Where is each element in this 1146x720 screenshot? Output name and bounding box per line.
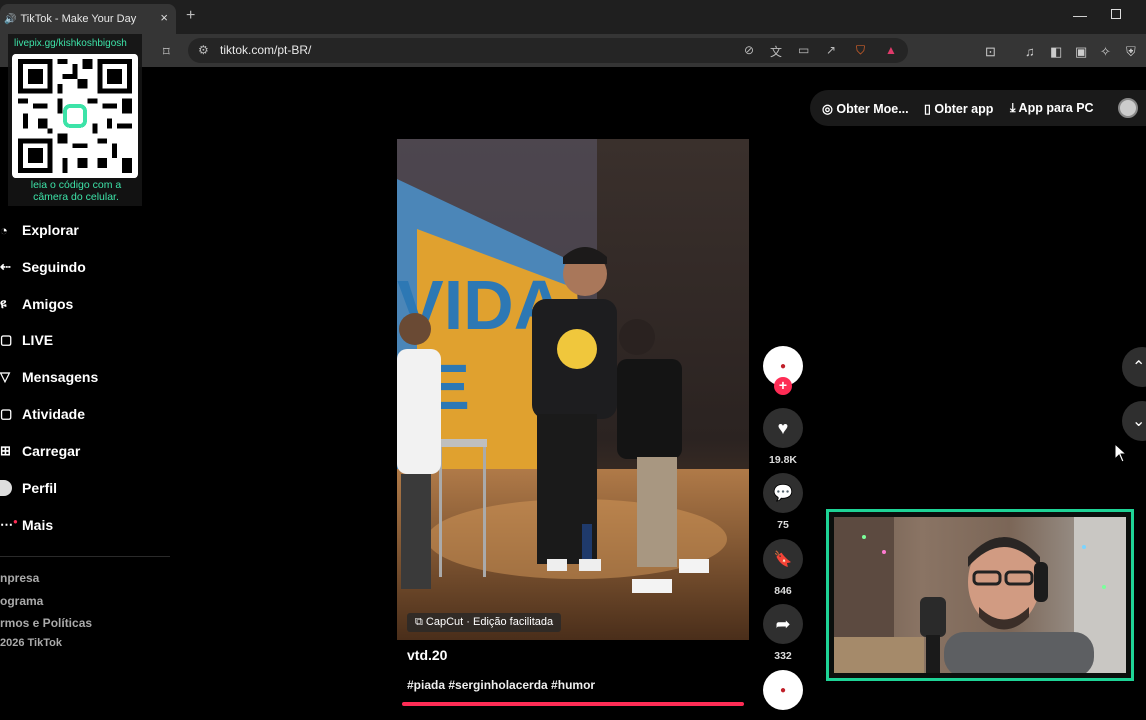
wallet-icon[interactable]: ▣ [1075,44,1087,60]
music-icon[interactable]: ♫ [1025,44,1035,59]
qr-code-image [12,54,138,178]
cast-icon[interactable]: ▭ [798,43,809,57]
like-count: 19.8K [768,454,798,466]
browser-tab-bar: 🔊 TikTok - Make Your Day × + — [0,0,1146,34]
capcut-icon: ⧉ [415,616,426,628]
translate-icon[interactable]: 文 [770,43,782,60]
browser-toolbar: ⌑ ⚙ tiktok.com/pt-BR/ ⊘ 文 ▭ ↗ ⛉ ▲ ⊡ ♫ ◧ … [0,34,1146,67]
heart-icon: ♥ [777,417,789,438]
qr-caption: leia o código com a câmera do celular. [30,179,122,203]
capcut-label: CapCut · Edição facilitada [425,616,554,628]
brave-rewards-icon[interactable]: ▲ [885,43,897,57]
sidebar-item-mais[interactable]: ⋯● Mais [0,513,53,537]
footer-link-programa[interactable]: ograma [0,594,43,608]
address-bar[interactable]: ⚙ tiktok.com/pt-BR/ ⊘ 文 ▭ ↗ ⛉ ▲ [188,38,908,63]
qr-handle: livepix.gg/kishkoshbigosh [14,38,127,49]
comment-button[interactable]: 💬 [763,473,803,513]
footer-link-termos[interactable]: rmos e Políticas [0,616,92,630]
close-tab-icon[interactable]: × [160,10,168,25]
get-coins-label: Obter Moe... [836,102,909,116]
avatar[interactable] [1118,98,1138,118]
sidebar-item-atividade[interactable]: ▢ Atividade [0,402,85,426]
browser-tab[interactable]: 🔊 TikTok - Make Your Day × [0,4,176,34]
no-translate-icon[interactable]: ⊘ [744,43,754,57]
sidebar-item-label: Perfil [22,480,58,496]
live-icon: ▢ [0,332,13,347]
comment-icon: 💬 [773,485,793,502]
sidebar-item-label: Mensagens [22,369,99,385]
site-info-icon[interactable]: ⚙ [198,43,209,57]
new-tab-button[interactable]: + [186,7,195,25]
webcam-feed [834,517,1126,673]
share-arrow-icon: ➦ [775,613,791,634]
sidebar-item-label: Mais [22,517,54,533]
sidebar-item-perfil[interactable]: Perfil [0,476,57,500]
video-player[interactable]: VIDA E ⧉ CapCut · Edição facilitada [397,139,749,640]
activity-icon: ▢ [0,406,13,421]
sidebar-item-label: Seguindo [22,259,86,275]
comment-count: 75 [777,519,789,531]
sidebar-item-label: Atividade [22,406,86,422]
bookmark-icon[interactable]: ⌑ [163,44,170,60]
footer-link-empresa[interactable]: npresa [0,571,39,585]
save-count: 846 [774,585,792,597]
copyright-text: 2026 TikTok [0,637,62,649]
sidebar-item-amigos[interactable]: ዩ Amigos [0,292,73,316]
like-button[interactable]: ♥ [763,408,803,448]
vpn-icon[interactable]: ⛨ [1126,44,1136,60]
sound-avatar[interactable]: ● [763,670,803,710]
sidebar-item-live[interactable]: ▢ LIVE [0,328,53,352]
sidebar-item-label: LIVE [22,332,54,348]
header-actions: ◎ Obter Moe... ▯ Obter app ⤓ App para PC [810,90,1146,126]
save-button[interactable]: 🔖 [763,539,803,579]
compass-icon: ◔ [0,222,8,238]
screenshot-icon[interactable]: ⊡ [985,44,996,60]
sidebar-item-label: Amigos [22,296,74,312]
sidebar-item-label: Carregar [22,443,81,459]
chevron-up-icon: ⌃ [1132,359,1146,376]
video-hashtags[interactable]: #piada #serginholacerda #humor [407,678,595,692]
follow-plus-icon[interactable]: + [774,377,792,395]
qr-overlay: livepix.gg/kishkoshbigosh leia o código … [8,34,142,206]
more-icon: ⋯● [0,517,18,532]
sidebar-divider [0,556,170,557]
sidebar-item-seguindo[interactable]: ⇠ Seguindo [0,255,86,279]
video-frame: VIDA E [397,139,749,640]
sidebar-item-explorar[interactable]: ◔ Explorar [0,218,79,242]
leo-ai-icon[interactable]: ✧ [1100,44,1111,60]
next-video-button[interactable]: ⌄ [1122,401,1146,441]
get-coins-button[interactable]: ◎ Obter Moe... [822,101,909,116]
chevron-down-icon: ⌄ [1132,413,1146,430]
mouse-cursor-icon [1114,443,1128,463]
speaker-icon[interactable]: 🔊 [4,14,16,25]
pc-app-button[interactable]: ⤓ App para PC [1010,101,1094,116]
friends-icon: ዩ [0,296,7,311]
sidebar-item-carregar[interactable]: ⊞ Carregar [0,439,80,463]
share-icon[interactable]: ↗ [826,43,836,57]
profile-icon [0,480,22,497]
upload-icon: ⊞ [0,443,11,458]
messages-icon: ▽ [0,369,10,384]
video-progress-bar[interactable] [402,702,744,706]
share-count: 332 [774,650,792,662]
capcut-badge[interactable]: ⧉ CapCut · Edição facilitada [407,613,562,632]
share-button[interactable]: ➦ [763,604,803,644]
webcam-overlay [826,509,1134,681]
sidebar-toggle-icon[interactable]: ◧ [1050,44,1062,60]
following-icon: ⇠ [0,259,11,274]
previous-video-button[interactable]: ⌃ [1122,347,1146,387]
brave-shield-icon[interactable]: ⛉ [856,43,865,58]
tab-title: TikTok - Make Your Day [20,13,137,25]
webcam-image [834,517,1126,673]
sidebar-item-label: Explorar [22,222,79,238]
sidebar-item-mensagens[interactable]: ▽ Mensagens [0,365,98,389]
get-app-button[interactable]: ▯ Obter app [924,101,993,116]
maximize-icon[interactable] [1111,9,1121,19]
minimize-icon[interactable]: — [1073,7,1087,23]
pc-app-label: App para PC [1018,101,1094,115]
bookmark-icon: 🔖 [773,551,793,568]
video-author[interactable]: vtd.20 [407,647,447,663]
url-text[interactable]: tiktok.com/pt-BR/ [220,43,311,57]
get-app-label: Obter app [934,102,994,116]
